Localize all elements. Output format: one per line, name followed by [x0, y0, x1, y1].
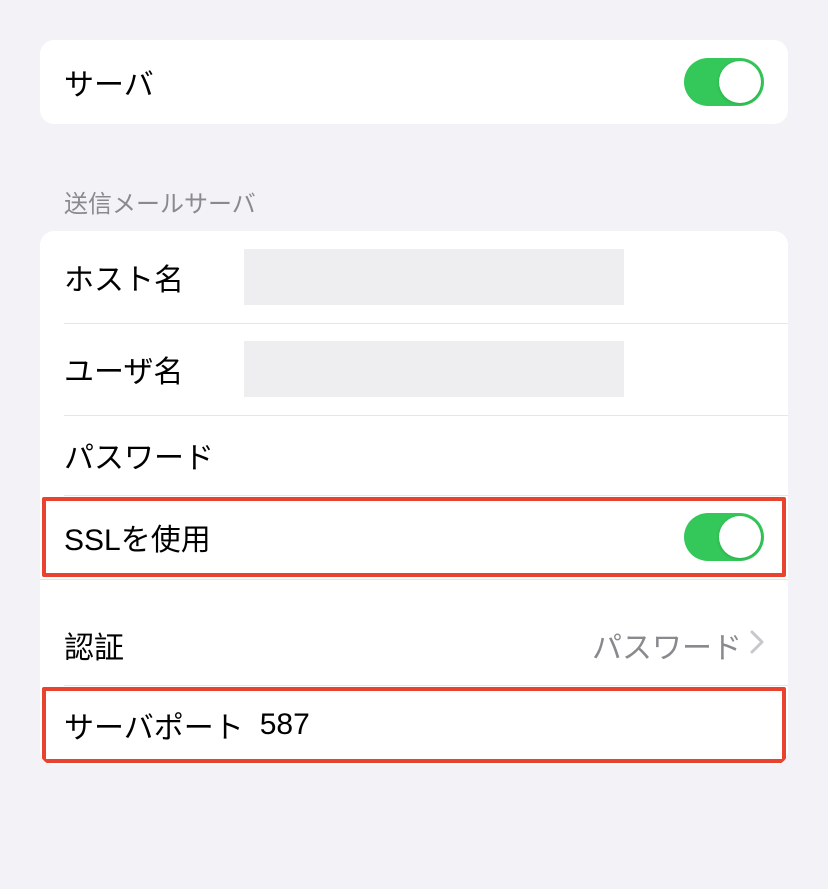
server-card: サーバ: [40, 40, 788, 124]
host-value-redacted[interactable]: [244, 249, 624, 305]
auth-value: パスワード: [592, 623, 742, 667]
server-toggle[interactable]: [684, 58, 764, 106]
spacer: [40, 579, 788, 605]
server-row: サーバ: [40, 40, 788, 124]
auth-row[interactable]: 認証 パスワード: [40, 605, 788, 685]
port-value[interactable]: 587: [260, 708, 310, 742]
user-row: ユーザ名: [40, 323, 788, 415]
port-row: サーバポート 587: [40, 685, 788, 765]
ssl-label: SSLを使用: [64, 515, 211, 559]
user-label: ユーザ名: [64, 347, 244, 391]
outgoing-card: ホスト名 ユーザ名 パスワード SSLを使用 認証 パスワード サーバポート 5…: [40, 231, 788, 765]
user-value-redacted[interactable]: [244, 341, 624, 397]
server-label: サーバ: [64, 60, 154, 104]
port-label: サーバポート: [64, 703, 244, 747]
auth-label: 認証: [64, 623, 124, 667]
password-label: パスワード: [64, 433, 214, 477]
chevron-right-icon: [750, 628, 764, 662]
ssl-toggle[interactable]: [684, 513, 764, 561]
outgoing-header: 送信メールサーバ: [40, 184, 788, 231]
host-row: ホスト名: [40, 231, 788, 323]
password-row[interactable]: パスワード: [40, 415, 788, 495]
ssl-row: SSLを使用: [40, 495, 788, 579]
host-label: ホスト名: [64, 255, 244, 299]
